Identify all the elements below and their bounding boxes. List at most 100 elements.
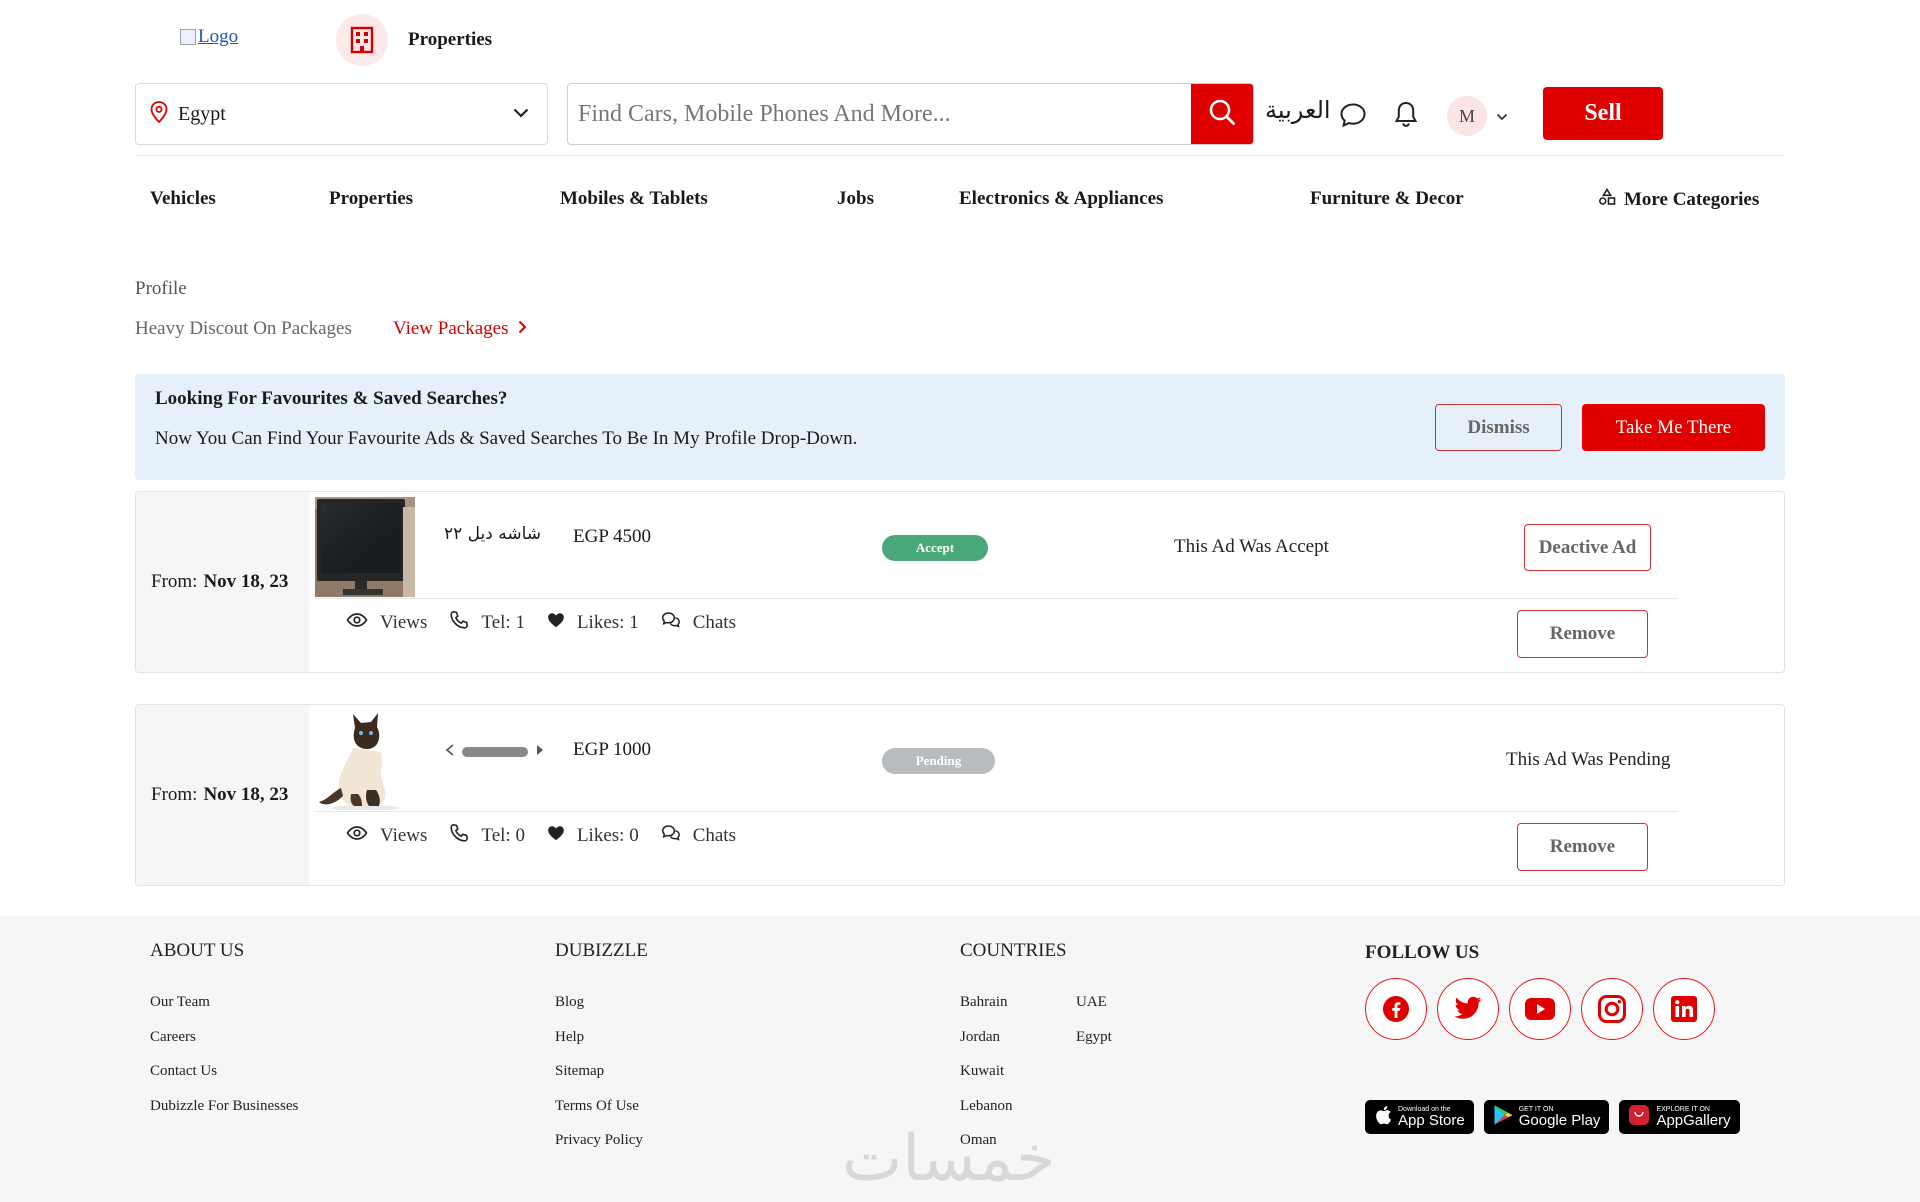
search-input[interactable] (568, 84, 1191, 144)
footer-about-heading: ABOUT US (150, 940, 245, 961)
footer-link[interactable]: Dubizzle For Businesses (150, 1098, 298, 1133)
store-text: Download on the App Store (1398, 1106, 1465, 1128)
ad-date: From: Nov 18, 23 (136, 492, 309, 672)
ad-card: From: Nov 18, 23 EGP 1000 Pending This A… (135, 704, 1785, 886)
building-icon (336, 14, 388, 66)
broken-image-icon (180, 29, 196, 45)
view-packages-link[interactable]: View Packages (393, 318, 527, 340)
location-value: Egypt (178, 102, 226, 125)
eye-icon (346, 825, 368, 847)
slider-left-arrow-icon (445, 743, 454, 761)
location-pin-icon (150, 100, 168, 128)
footer-link[interactable]: Terms Of Use (555, 1098, 643, 1133)
views-label: Views (380, 612, 428, 633)
breadcrumb-profile[interactable]: Profile (135, 278, 187, 300)
likes-label: Likes: 0 (576, 825, 639, 846)
footer-link[interactable]: Help (555, 1029, 643, 1064)
chat-bubble-icon[interactable] (1339, 102, 1367, 133)
logo-link[interactable]: Logo (180, 26, 238, 48)
stat-tel: Tel: 1 (449, 610, 525, 636)
footer-country-link[interactable]: Kuwait (960, 1063, 1012, 1098)
chats-icon (661, 611, 681, 635)
dismiss-button[interactable]: Dismiss (1435, 404, 1562, 451)
linkedin-icon[interactable] (1653, 978, 1715, 1040)
footer-link[interactable]: Privacy Policy (555, 1132, 643, 1167)
store-text: EXPLORE IT ON AppGallery (1656, 1106, 1730, 1128)
footer-country-link[interactable]: Jordan (960, 1029, 1012, 1064)
category-electronics-appliances[interactable]: Electronics & Appliances (959, 188, 1163, 210)
instagram-icon[interactable] (1581, 978, 1643, 1040)
footer-link[interactable]: Our Team (150, 994, 298, 1029)
chats-label: Chats (692, 612, 736, 633)
footer-link[interactable]: Contact Us (150, 1063, 298, 1098)
category-more[interactable]: More Categories (1598, 187, 1759, 212)
footer-dubizzle-links: Blog Help Sitemap Terms Of Use Privacy P… (555, 994, 643, 1167)
google-play-badge[interactable]: GET IT ON Google Play (1483, 1100, 1610, 1134)
search-bar (567, 83, 1254, 145)
chevron-down-icon[interactable] (1496, 108, 1508, 126)
ad-divider (315, 598, 1678, 599)
category-furniture-decor[interactable]: Furniture & Decor (1310, 188, 1464, 210)
footer-link[interactable]: Sitemap (555, 1063, 643, 1098)
footer-link[interactable]: Blog (555, 994, 643, 1029)
facebook-icon[interactable] (1365, 978, 1427, 1040)
footer-about-links: Our Team Careers Contact Us Dubizzle For… (150, 994, 298, 1132)
twitter-icon[interactable] (1437, 978, 1499, 1040)
footer-country-link[interactable]: UAE (1076, 994, 1112, 1029)
chevron-right-icon (518, 318, 527, 340)
ad-title-slider[interactable] (445, 743, 544, 761)
ad-thumbnail-monitor[interactable] (315, 497, 415, 597)
notice-title: Looking For Favourites & Saved Searches? (155, 388, 508, 409)
likes-label: Likes: 1 (576, 612, 639, 633)
ad-date-value: Nov 18, 23 (203, 784, 289, 805)
favourites-notice: Looking For Favourites & Saved Searches?… (135, 374, 1785, 480)
deactive-ad-button[interactable]: Deactive Ad (1524, 524, 1651, 571)
bell-icon[interactable] (1393, 100, 1419, 133)
stat-likes: Likes: 0 (547, 825, 639, 847)
slider-right-arrow-icon (536, 743, 544, 761)
remove-button[interactable]: Remove (1517, 823, 1648, 871)
app-store-badge[interactable]: Download on the App Store (1365, 1100, 1474, 1134)
app-gallery-badge[interactable]: EXPLORE IT ON AppGallery (1619, 1100, 1740, 1134)
sell-button[interactable]: Sell (1543, 87, 1663, 140)
properties-shortcut-label: Properties (408, 29, 493, 50)
remove-button[interactable]: Remove (1517, 610, 1648, 658)
youtube-icon[interactable] (1509, 978, 1571, 1040)
footer-country-link[interactable]: Bahrain (960, 994, 1012, 1029)
language-toggle[interactable]: العربية (1265, 96, 1331, 124)
footer-country-link[interactable]: Egypt (1076, 1029, 1112, 1064)
take-me-there-button[interactable]: Take Me There (1582, 404, 1765, 451)
category-jobs[interactable]: Jobs (837, 188, 874, 210)
slider-track (462, 747, 528, 757)
watermark: خمسات (842, 1122, 1056, 1196)
ad-divider (315, 811, 1678, 812)
store-text: GET IT ON Google Play (1519, 1106, 1601, 1128)
category-vehicles[interactable]: Vehicles (150, 188, 216, 210)
ad-price: EGP 4500 (573, 526, 651, 547)
ad-title[interactable]: شاشه ديل ٢٢ (444, 524, 541, 544)
ad-thumbnail-cat[interactable] (315, 710, 415, 810)
avatar[interactable]: M (1447, 96, 1487, 136)
category-mobiles-tablets[interactable]: Mobiles & Tablets (560, 188, 708, 210)
stat-views: Views (346, 612, 427, 634)
location-selector[interactable]: Egypt (135, 83, 548, 145)
status-badge: Accept (882, 535, 988, 561)
notice-text: Now You Can Find Your Favourite Ads & Sa… (155, 428, 858, 449)
tel-label: Tel: 1 (481, 612, 525, 633)
heart-icon (547, 612, 565, 634)
social-links (1365, 978, 1715, 1040)
ad-date-label: From: (151, 784, 198, 805)
search-button[interactable] (1191, 84, 1253, 144)
huawei-icon (1628, 1104, 1650, 1131)
stat-chats: Chats (661, 824, 736, 848)
eye-icon (346, 612, 368, 634)
category-properties[interactable]: Properties (329, 188, 413, 210)
stat-tel: Tel: 0 (449, 823, 525, 849)
shapes-icon (1598, 187, 1616, 212)
views-label: Views (380, 825, 428, 846)
ad-stats: Views Tel: 0 Likes: 0 Chats (346, 823, 758, 849)
properties-shortcut[interactable]: Properties (336, 14, 492, 66)
footer-link[interactable]: Careers (150, 1029, 298, 1064)
ad-status-text: This Ad Was Pending (1506, 749, 1671, 770)
phone-icon (449, 823, 469, 849)
